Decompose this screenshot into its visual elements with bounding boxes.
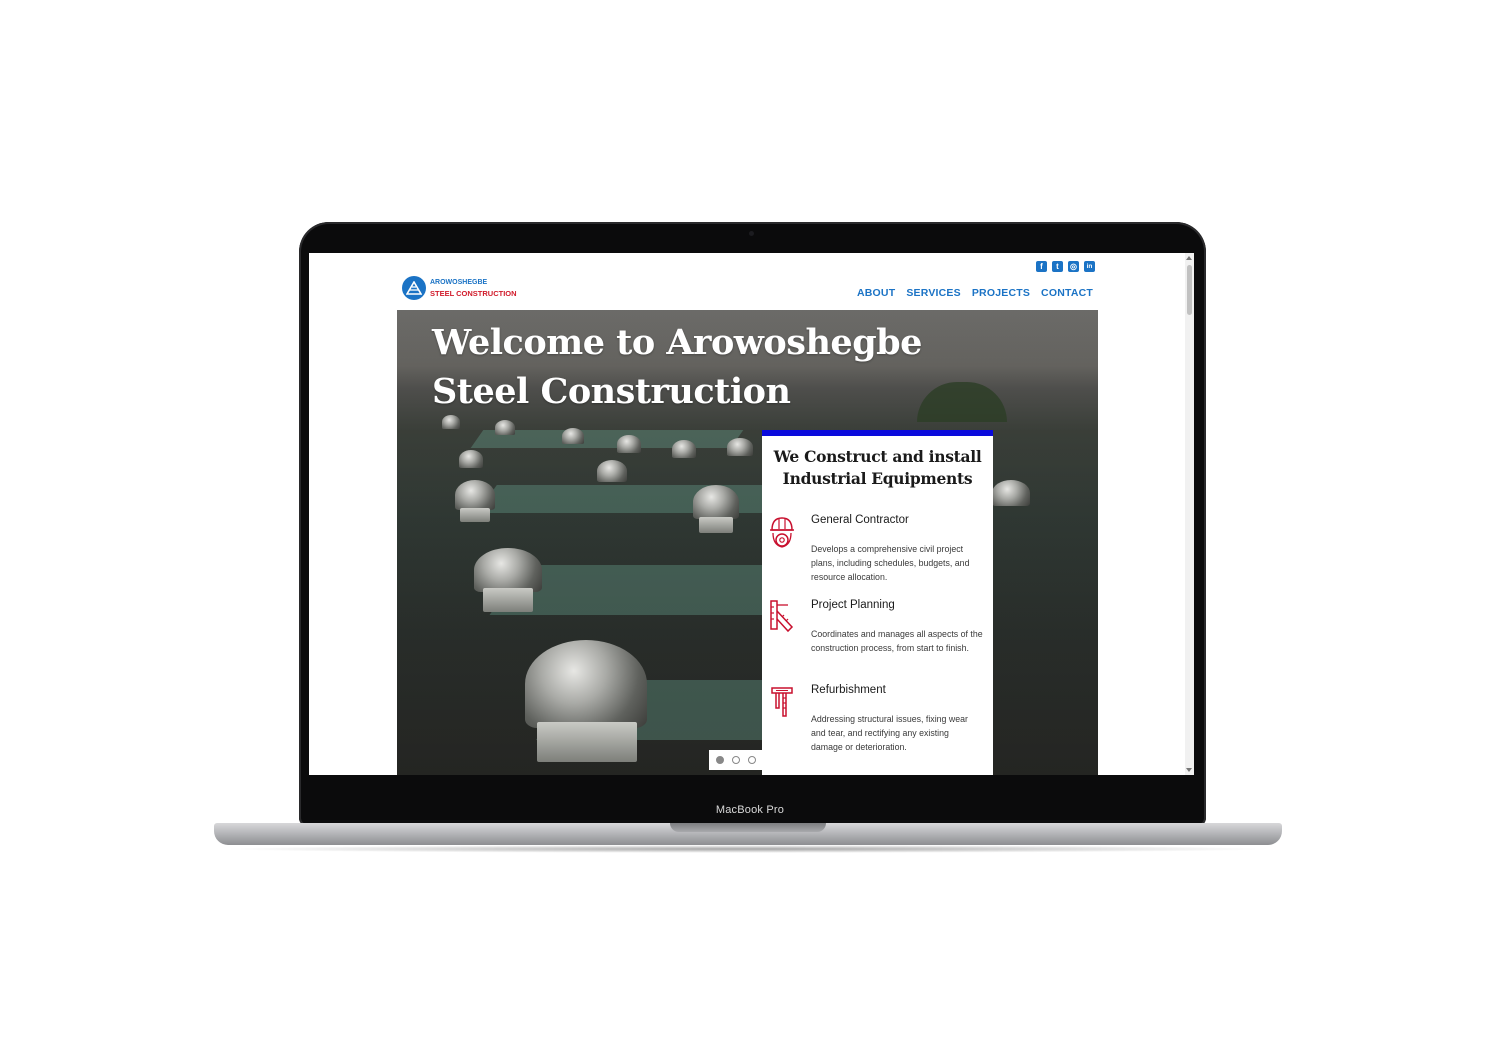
- linkedin-icon[interactable]: in: [1084, 261, 1095, 272]
- hero-photo-vent-base: [483, 588, 533, 612]
- services-card: We Construct and install Industrial Equi…: [762, 430, 993, 775]
- site-logo[interactable]: AROWOSHEGBE STEEL CONSTRUCTION: [402, 276, 517, 300]
- social-links: f t ◎ in: [1036, 261, 1095, 272]
- hero-photo-vent: [455, 480, 495, 510]
- carousel-dot[interactable]: [747, 756, 756, 764]
- hero-photo-vent-base: [699, 517, 733, 533]
- hero-photo-vent: [693, 485, 739, 519]
- facebook-icon[interactable]: f: [1036, 261, 1047, 272]
- hero-photo-vent: [525, 640, 647, 728]
- hero-photo-vent: [992, 480, 1030, 506]
- nav-services[interactable]: SERVICES: [906, 287, 961, 299]
- laptop-notch: [670, 823, 826, 832]
- main-nav: ABOUT SERVICES PROJECTS CONTACT: [857, 287, 1093, 299]
- scroll-up-icon[interactable]: [1186, 256, 1192, 260]
- hero-photo-vent: [597, 460, 627, 482]
- logo-line2: STEEL CONSTRUCTION: [430, 289, 517, 298]
- page-scrollbar[interactable]: [1185, 253, 1194, 775]
- logo-triangle-icon: [402, 276, 426, 300]
- service-desc: Coordinates and manages all aspects of t…: [811, 629, 983, 653]
- caliper-icon: [771, 687, 793, 717]
- logo-line1: AROWOSHEGBE: [430, 279, 488, 286]
- camera-icon: [749, 231, 754, 236]
- service-desc: Addressing structural issues, fixing wea…: [811, 714, 968, 752]
- scroll-down-icon[interactable]: [1186, 768, 1192, 772]
- hero-photo-roof: [477, 485, 797, 513]
- nav-about[interactable]: ABOUT: [857, 287, 895, 299]
- service-name: General Contractor: [811, 514, 909, 526]
- hero-photo-vent: [617, 435, 641, 453]
- hero-photo-vent: [442, 415, 460, 429]
- services-card-title: We Construct and install Industrial Equi…: [773, 447, 982, 488]
- service-desc: Develops a comprehensive civil project p…: [811, 544, 970, 582]
- instagram-icon[interactable]: ◎: [1068, 261, 1079, 272]
- nav-projects[interactable]: PROJECTS: [972, 287, 1030, 299]
- hero-photo-vent: [459, 450, 483, 468]
- nav-contact[interactable]: CONTACT: [1041, 287, 1093, 299]
- carousel-dot[interactable]: [715, 756, 724, 764]
- twitter-icon[interactable]: t: [1052, 261, 1063, 272]
- hero-slider: Welcome to Arowoshegbe Steel Constructio…: [397, 310, 1098, 775]
- carousel-dot[interactable]: [731, 756, 740, 764]
- hero-photo-vent-base: [460, 508, 490, 522]
- hero-photo-vent: [474, 548, 542, 592]
- helmet-gear-icon: [770, 517, 794, 548]
- hero-photo-vent: [727, 438, 753, 456]
- carousel-dots: [709, 750, 762, 770]
- device-label: MacBook Pro: [715, 804, 785, 816]
- service-name: Refurbishment: [811, 684, 886, 696]
- service-name: Project Planning: [811, 599, 895, 611]
- hero-photo-vent: [495, 420, 515, 435]
- hero-photo-vent: [562, 428, 584, 444]
- hero-photo-vent: [672, 440, 696, 458]
- laptop-shadow: [220, 845, 1276, 853]
- ruler-square-icon: [770, 600, 794, 633]
- scroll-thumb[interactable]: [1187, 265, 1192, 315]
- browser-screen: f t ◎ in AROWOSHEGBE STEEL CONSTRUCTION …: [309, 253, 1194, 775]
- hero-title: Welcome to Arowoshegbe Steel Constructio…: [432, 322, 922, 412]
- hero-photo-vent-base: [537, 722, 637, 762]
